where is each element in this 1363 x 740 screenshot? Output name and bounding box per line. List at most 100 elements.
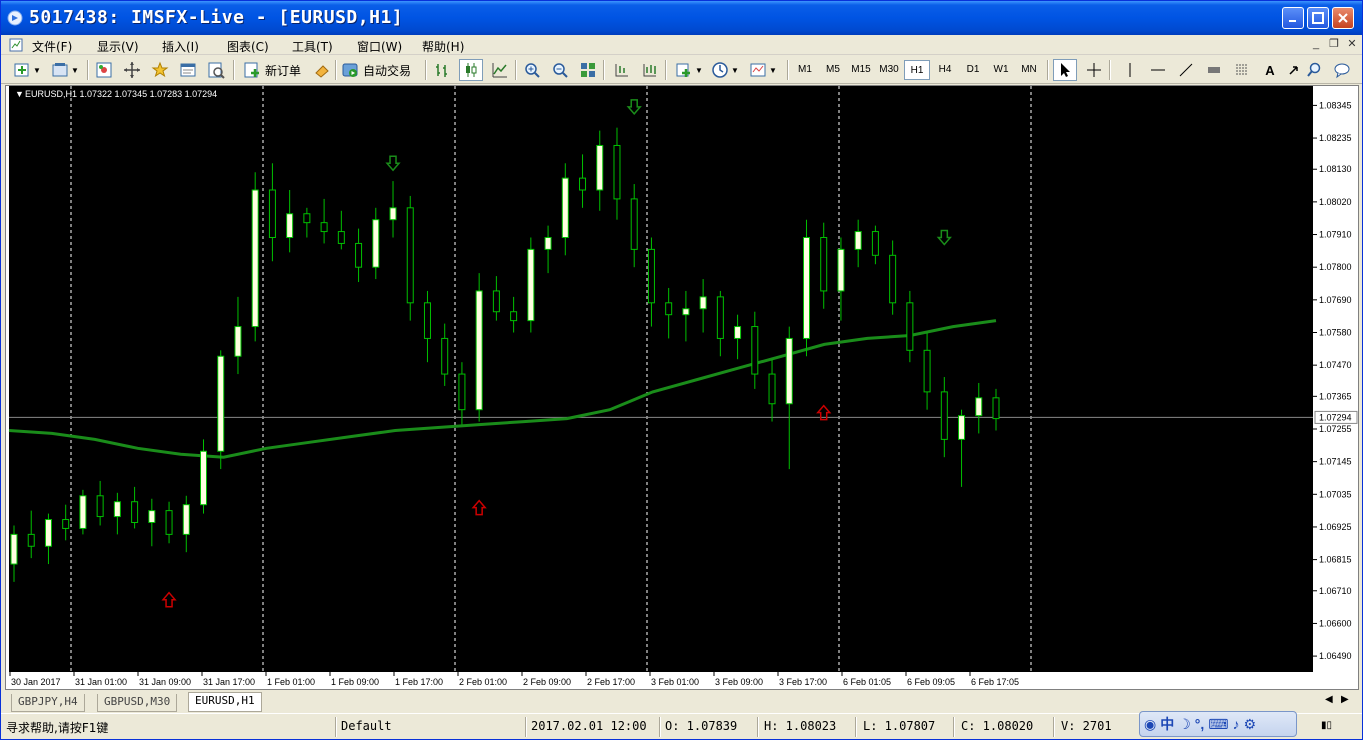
ime-chinese-mode-icon[interactable]: 中 [1160,714,1174,734]
strategy-tester-icon [205,59,227,81]
title-bar[interactable]: 5017438: IMSFX-Live - [EURUSD,H1] [1,1,1362,35]
y-tick-label: 1.07580 [1319,328,1352,338]
status-datetime: 2017.02.01 12:00 [531,719,647,733]
tabs-scroll-left-icon[interactable]: ◀ [1325,694,1333,705]
maximize-button[interactable] [1307,7,1329,29]
chart-window[interactable]: 1.08345 1.08235 1.08130 1.08020 1.07910 1.078… [5,85,1359,690]
x-tick-label: 3 Feb 17:00 [779,677,827,687]
mdi-restore-button[interactable]: ❐ [1326,38,1342,52]
zoom-out-button[interactable] [549,59,571,81]
timeframe-m30[interactable]: M30 [876,60,902,80]
status-open: O: 1.07839 [665,719,738,733]
periods-button[interactable]: ▼ [709,59,739,81]
line-chart-button[interactable] [489,59,511,81]
templates-button[interactable]: ▼ [747,59,777,81]
strategy-tester-button[interactable] [205,59,227,81]
ime-settings-icon[interactable]: ⚙ [1244,716,1257,733]
menu-file[interactable]: 文件(F) [32,38,72,55]
y-tick-label: 1.08130 [1319,164,1352,174]
cursor-icon [1054,59,1076,81]
new-chart-button[interactable]: ▼ [11,59,41,81]
auto-trading-button[interactable]: 自动交易 [339,59,411,81]
app-icon [7,10,23,26]
candlestick-button[interactable] [459,59,483,81]
candle-body [837,248,845,292]
tab-gbpusd-m30[interactable]: GBPUSD,M30 [97,694,178,712]
timeframe-m1[interactable]: M1 [792,60,818,80]
tabs-scroll-right-icon[interactable]: ▶ [1341,694,1349,705]
candle-body [355,242,363,268]
horizontal-line-button[interactable] [1147,59,1169,81]
close-button[interactable] [1332,7,1354,29]
ime-keyboard-icon[interactable]: ⌨ [1208,716,1228,733]
candle-body [820,237,828,292]
indicators-icon [673,59,695,81]
tab-eurusd-h1[interactable]: EURUSD,H1 [188,692,262,712]
tile-windows-button[interactable] [577,59,599,81]
x-tick-label: 1 Feb 17:00 [395,677,443,687]
candle-body [579,177,587,191]
ime-halfwidth-icon[interactable]: ☽ [1178,716,1191,733]
chat-button[interactable] [1331,59,1353,81]
fibonacci-button[interactable] [1231,59,1253,81]
arrows-button[interactable] [1283,59,1305,81]
y-tick-label: 1.07910 [1319,230,1352,240]
timeframe-h1[interactable]: H1 [904,60,930,80]
chart-window-icon[interactable] [9,38,23,52]
candle-body [337,231,345,244]
timeframe-m5[interactable]: M5 [820,60,846,80]
channel-icon [1203,59,1225,81]
market-watch-button[interactable] [93,59,115,81]
mdi-close-button[interactable]: ✕ [1344,38,1360,52]
menu-insert[interactable]: 插入(I) [162,38,199,55]
chart-shift-button[interactable] [611,59,633,81]
connection-status-icon: ▮▯ [1321,720,1333,731]
terminal-button[interactable] [177,59,199,81]
periods-icon [709,59,731,81]
timeframe-d1[interactable]: D1 [960,60,986,80]
metaeditor-button[interactable] [311,59,333,81]
search-button[interactable] [1303,59,1325,81]
profiles-button[interactable]: ▼ [49,59,79,81]
text-icon: A [1265,62,1275,78]
zoom-in-button[interactable] [521,59,543,81]
tab-gbpjpy-h4[interactable]: GBPJPY,H4 [11,694,85,712]
minimize-icon [1289,20,1296,22]
autoscroll-button[interactable] [639,59,661,81]
timeframe-w1[interactable]: W1 [988,60,1014,80]
status-help: 寻求帮助,请按F1键 [6,721,109,735]
bar-chart-button[interactable] [431,59,453,81]
cursor-button[interactable] [1053,59,1077,81]
minimize-button[interactable] [1282,7,1304,29]
menu-charts[interactable]: 图表(C) [227,38,269,55]
candle-body [148,510,156,523]
text-button[interactable]: A [1259,59,1281,81]
trendline-icon [1175,59,1197,81]
favorites-button[interactable] [149,59,171,81]
timeframe-mn[interactable]: MN [1016,60,1042,80]
trendline-button[interactable] [1175,59,1197,81]
mdi-minimize-button[interactable]: _ [1308,38,1324,52]
y-tick-label: 1.08345 [1319,100,1352,110]
ime-logo-icon[interactable]: ◉ [1144,716,1156,733]
new-order-button[interactable]: 新订单 [241,59,301,81]
candle-body [734,326,742,339]
bar-chart-icon [431,59,453,81]
timeframe-m15[interactable]: M15 [848,60,874,80]
price-chart[interactable]: 1.08345 1.08235 1.08130 1.08020 1.07910 1.078… [6,86,1358,689]
ime-voice-icon[interactable]: ♪ [1233,716,1240,732]
chart-header-triangle[interactable]: ▼ [15,89,24,99]
menu-tools[interactable]: 工具(T) [292,38,333,55]
ime-toolbar[interactable]: ◉ 中 ☽ °, ⌨ ♪ ⚙ [1139,711,1297,737]
ime-punctuation-icon[interactable]: °, [1195,716,1205,732]
timeframe-h4[interactable]: H4 [932,60,958,80]
crosshair-button[interactable] [1083,59,1105,81]
menu-help[interactable]: 帮助(H) [422,38,464,55]
navigator-button[interactable] [121,59,143,81]
indicators-button[interactable]: ▼ [673,59,703,81]
candle-body [96,495,104,518]
vertical-line-button[interactable] [1119,59,1141,81]
menu-view[interactable]: 显示(V) [97,38,139,55]
menu-window[interactable]: 窗口(W) [357,38,402,55]
channel-button[interactable] [1203,59,1225,81]
